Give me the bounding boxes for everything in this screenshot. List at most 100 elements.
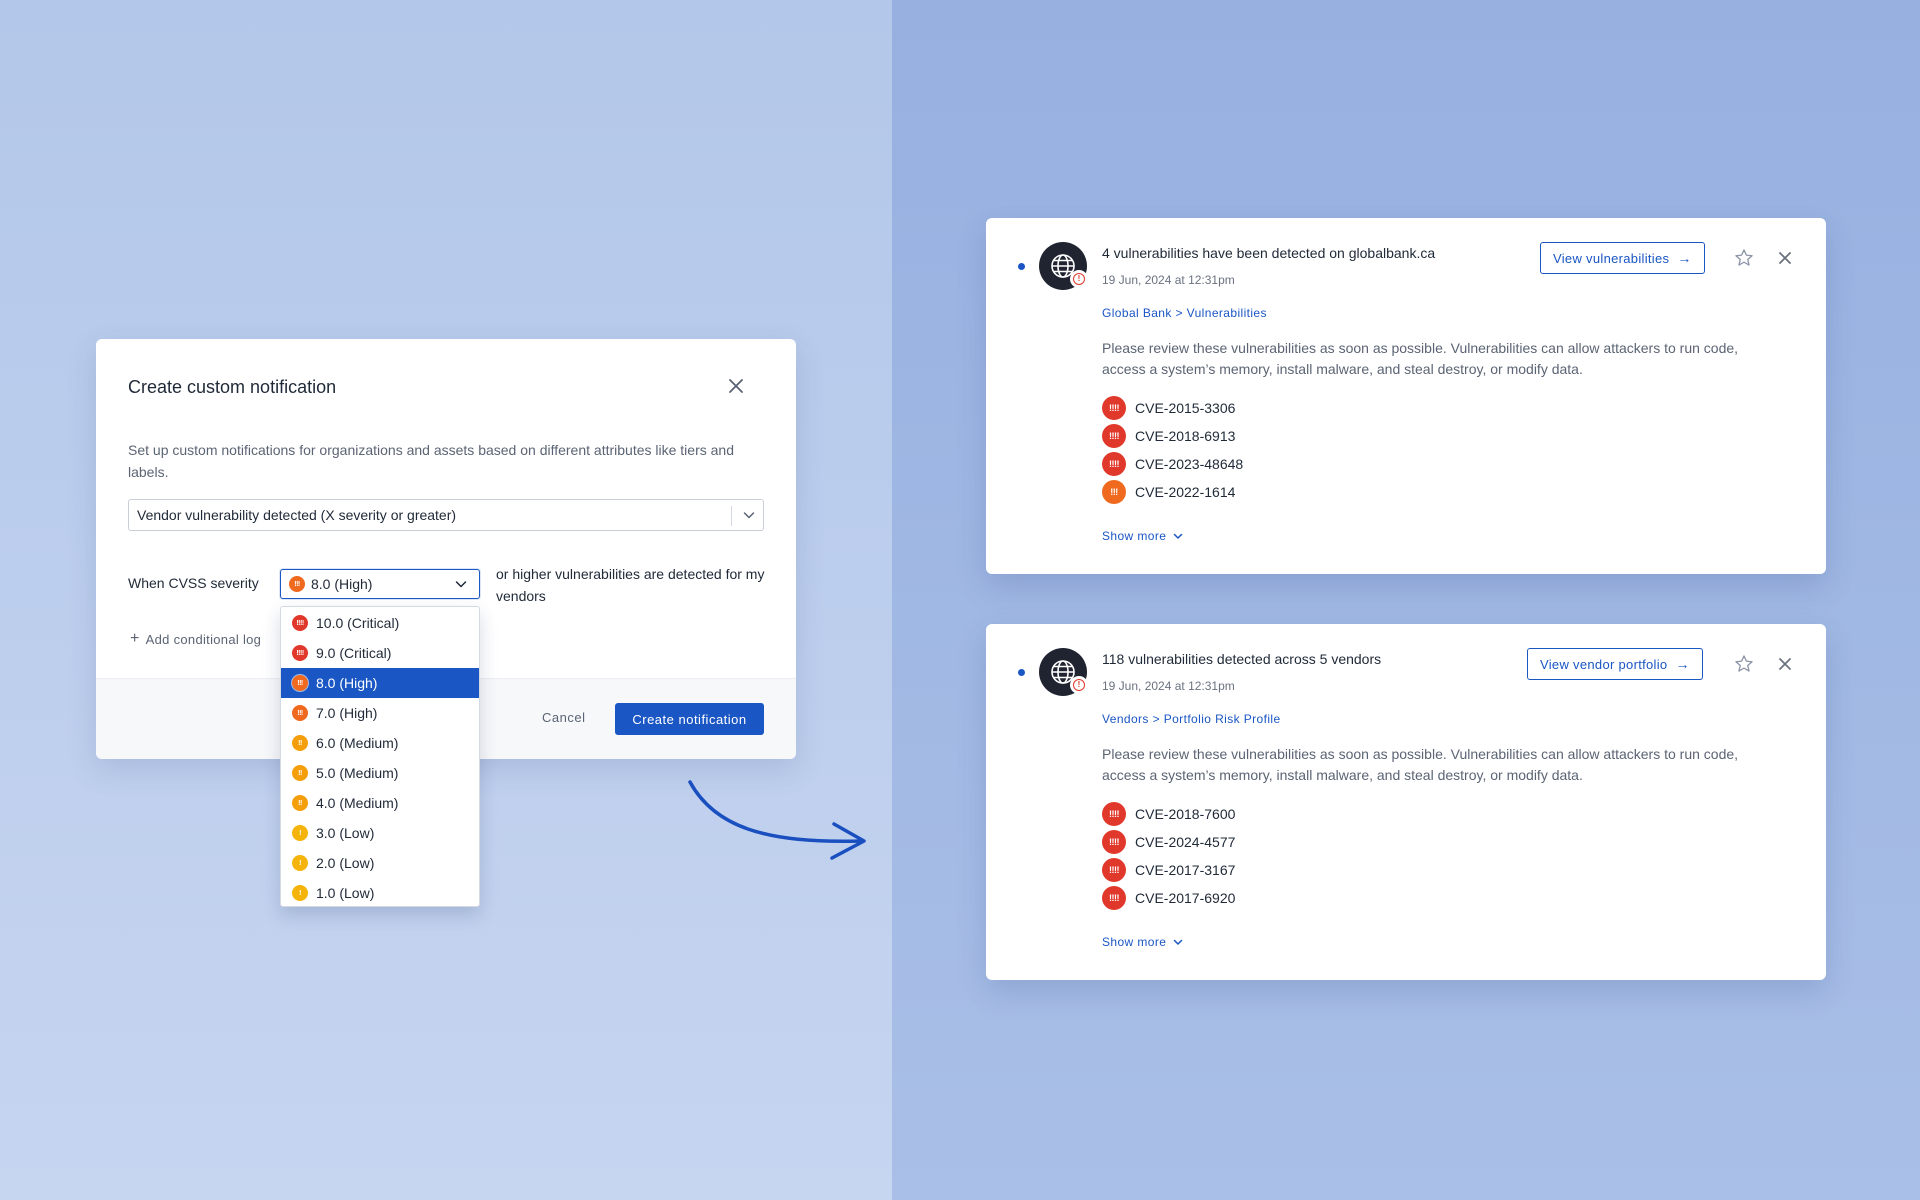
breadcrumb[interactable]: Vendors > Portfolio Risk Profile xyxy=(1102,712,1281,726)
modal-description: Set up custom notifications for organiza… xyxy=(128,442,734,480)
close-button[interactable] xyxy=(724,374,748,398)
severity-critical-icon: !!!! xyxy=(1102,802,1126,826)
notification-timestamp: 19 Jun, 2024 at 12:31pm xyxy=(1102,679,1235,693)
notification-title: 118 vulnerabilities detected across 5 ve… xyxy=(1102,651,1382,667)
cve-list: !!!! CVE-2018-7600!!!! CVE-2024-4577!!!! CV… xyxy=(1102,800,1235,912)
cve-id: CVE-2015-3306 xyxy=(1135,400,1236,416)
dropdown-option[interactable]: !!!! 10.0 (Critical) xyxy=(281,608,479,638)
severity-dropdown-list: !!!! 10.0 (Critical)!!!! 9.0 (Critical)!!!… xyxy=(280,606,480,907)
notification-card: ! 118 vulnerabilities detected across 5 v… xyxy=(986,624,1826,980)
severity-critical-icon: !!!! xyxy=(1102,886,1126,910)
severity-medium-icon: !! xyxy=(292,735,308,751)
cvss-suffix: or higher vulnerabilities are detected f… xyxy=(496,566,765,604)
cve-id: CVE-2023-48648 xyxy=(1135,456,1244,472)
notification-action-button[interactable]: View vulnerabilities → xyxy=(1540,242,1705,274)
show-more-button[interactable]: Show more xyxy=(1102,935,1184,949)
severity-critical-icon: !!!! xyxy=(292,615,308,631)
arrow-right-icon: → xyxy=(1677,250,1692,266)
dropdown-option[interactable]: ! 2.0 (Low) xyxy=(281,848,479,878)
arrow-right-icon: → xyxy=(1675,656,1690,672)
dropdown-option[interactable]: !! 4.0 (Medium) xyxy=(281,788,479,818)
cve-id: CVE-2018-7600 xyxy=(1135,806,1236,822)
severity-low-icon: ! xyxy=(292,885,308,901)
severity-critical-icon: !!!! xyxy=(1102,424,1126,448)
cve-id: CVE-2018-6913 xyxy=(1135,428,1236,444)
severity-critical-icon: !!!! xyxy=(1102,396,1126,420)
notification-title: 4 vulnerabilities have been detected on … xyxy=(1102,245,1436,261)
right-background xyxy=(892,0,1920,1200)
cve-id: CVE-2024-4577 xyxy=(1135,834,1236,850)
notification-card: ! 4 vulnerabilities have been detected on… xyxy=(986,218,1826,574)
notification-body: Please review these vulnerabilities as s… xyxy=(1102,746,1739,783)
dismiss-icon[interactable] xyxy=(1776,655,1794,673)
notification-type-select[interactable]: Vendor vulnerability detected (X severit… xyxy=(128,499,764,531)
severity-high-icon: !!! xyxy=(292,705,308,721)
unread-indicator xyxy=(1018,263,1025,270)
dropdown-option-label: 3.0 (Low) xyxy=(316,825,375,841)
breadcrumb[interactable]: Global Bank > Vulnerabilities xyxy=(1102,306,1267,320)
cvss-label: When CVSS severity xyxy=(128,575,259,591)
dropdown-option[interactable]: !!!! 9.0 (Critical) xyxy=(281,638,479,668)
notification-type-value: Vendor vulnerability detected (X severit… xyxy=(137,507,457,523)
add-logic-label: Add conditional log xyxy=(145,631,262,647)
cve-id: CVE-2022-1614 xyxy=(1135,484,1236,500)
notification-body: Please review these vulnerabilities as s… xyxy=(1102,340,1739,377)
dropdown-option[interactable]: ! 1.0 (Low) xyxy=(281,878,479,908)
dismiss-icon[interactable] xyxy=(1776,249,1794,267)
dropdown-option-label: 5.0 (Medium) xyxy=(316,765,399,781)
cve-id: CVE-2017-3167 xyxy=(1135,862,1236,878)
severity-critical-icon: !!!! xyxy=(1102,452,1126,476)
action-label: View vulnerabilities xyxy=(1553,250,1670,266)
dropdown-option[interactable]: ! 3.0 (Low) xyxy=(281,818,479,848)
chevron-down-icon xyxy=(743,512,755,519)
severity-medium-icon: !! xyxy=(292,765,308,781)
dropdown-option[interactable]: !! 5.0 (Medium) xyxy=(281,758,479,788)
dropdown-option-label: 1.0 (Low) xyxy=(316,885,375,901)
severity-high-icon: !!! xyxy=(289,576,305,592)
action-label: View vendor portfolio xyxy=(1540,656,1668,672)
dropdown-option[interactable]: !! 6.0 (Medium) xyxy=(281,728,479,758)
severity-low-icon: ! xyxy=(292,825,308,841)
severity-critical-icon: !!!! xyxy=(292,645,308,661)
dropdown-option-label: 6.0 (Medium) xyxy=(316,735,399,751)
cve-item: !!! CVE-2022-1614 xyxy=(1102,478,1243,506)
dropdown-option-label: 10.0 (Critical) xyxy=(316,615,400,631)
star-icon[interactable] xyxy=(1733,653,1755,675)
star-icon[interactable] xyxy=(1733,247,1755,269)
dropdown-option-label: 7.0 (High) xyxy=(316,705,378,721)
alert-icon: ! xyxy=(1073,679,1085,691)
severity-high-icon: !!! xyxy=(1102,480,1126,504)
cve-item: !!!! CVE-2015-3306 xyxy=(1102,394,1243,422)
curved-arrow-icon xyxy=(688,780,866,860)
alert-icon: ! xyxy=(1073,273,1085,285)
create-notification-button[interactable]: Create notification xyxy=(615,703,764,735)
severity-critical-icon: !!!! xyxy=(1102,858,1126,882)
show-more-label: Show more xyxy=(1102,935,1167,949)
close-icon xyxy=(729,379,743,393)
dropdown-option[interactable]: !!! 8.0 (High) xyxy=(281,668,479,698)
chevron-down-icon xyxy=(1174,939,1183,945)
cve-item: !!!! CVE-2018-6913 xyxy=(1102,422,1243,450)
modal-title: Create custom notification xyxy=(128,377,337,397)
chevron-down-icon xyxy=(455,581,467,588)
add-conditional-logic-button[interactable]: + Add conditional log xyxy=(130,630,261,648)
cve-item: !!!! CVE-2017-3167 xyxy=(1102,856,1235,884)
dropdown-option[interactable]: !!! 7.0 (High) xyxy=(281,698,479,728)
cve-item: !!!! CVE-2024-4577 xyxy=(1102,828,1235,856)
cve-item: !!!! CVE-2018-7600 xyxy=(1102,800,1235,828)
dropdown-option-label: 4.0 (Medium) xyxy=(316,795,399,811)
dropdown-option-label: 2.0 (Low) xyxy=(316,855,375,871)
dropdown-option-label: 9.0 (Critical) xyxy=(316,645,392,661)
show-more-button[interactable]: Show more xyxy=(1102,529,1184,543)
severity-critical-icon: !!!! xyxy=(1102,830,1126,854)
dropdown-option-label: 8.0 (High) xyxy=(316,675,378,691)
alert-badge: ! xyxy=(1070,270,1088,288)
cancel-button[interactable]: Cancel xyxy=(538,704,589,731)
severity-select-value: 8.0 (High) xyxy=(311,576,373,592)
severity-select[interactable]: !!! 8.0 (High) xyxy=(280,569,480,599)
severity-high-icon: !!! xyxy=(292,675,308,691)
notification-timestamp: 19 Jun, 2024 at 12:31pm xyxy=(1102,273,1235,287)
severity-medium-icon: !! xyxy=(292,795,308,811)
severity-low-icon: ! xyxy=(292,855,308,871)
notification-action-button[interactable]: View vendor portfolio → xyxy=(1527,648,1703,680)
